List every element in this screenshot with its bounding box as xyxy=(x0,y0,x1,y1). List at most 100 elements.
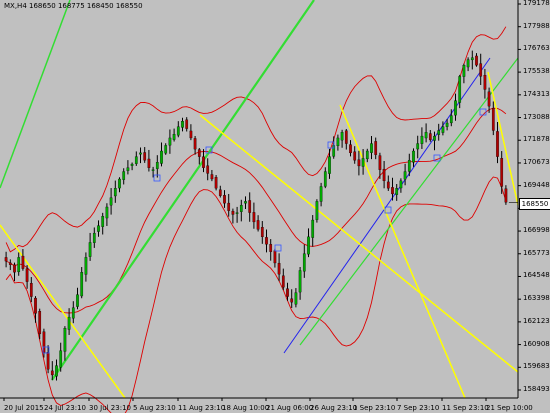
candle-body xyxy=(475,55,478,66)
candle-body xyxy=(504,188,508,203)
candle-body xyxy=(185,119,189,129)
candle-body xyxy=(479,63,483,77)
price-tick-label: 171878 xyxy=(523,135,550,144)
candle-body xyxy=(38,311,42,335)
candle-body xyxy=(340,132,344,141)
candle-body xyxy=(210,174,214,180)
candle-body xyxy=(105,206,109,219)
candle-body xyxy=(349,144,352,154)
candle-body xyxy=(4,257,8,262)
candle-body xyxy=(109,197,113,206)
candle-body xyxy=(181,121,184,128)
candle-body xyxy=(59,350,63,368)
candle-body xyxy=(315,201,319,220)
candle-body xyxy=(218,189,222,196)
price-tick-label: 175538 xyxy=(523,67,550,76)
candle-body xyxy=(29,283,33,297)
time-tick-label: 11 Sep 23:10 xyxy=(442,404,489,412)
price-tick-label: 176763 xyxy=(523,44,550,53)
candle-body xyxy=(193,138,197,150)
candle-body xyxy=(399,180,403,189)
candle-body xyxy=(344,130,348,144)
current-price-tag: 168550 xyxy=(519,198,550,210)
green-channel-line xyxy=(51,0,315,381)
candle-body xyxy=(155,162,159,169)
candle-body xyxy=(168,137,172,146)
candle-body xyxy=(496,131,499,157)
candle-body xyxy=(206,165,210,174)
candle-body xyxy=(244,201,247,204)
price-tick-label: 174313 xyxy=(523,89,550,98)
time-tick-label: 21 Aug 06:00 xyxy=(266,404,314,412)
candle-body xyxy=(491,108,495,131)
candle-body xyxy=(420,135,424,144)
chart-window[interactable]: MX,H4 168650 168775 168450 168550 179178… xyxy=(0,0,550,413)
price-tick-label: 165773 xyxy=(523,248,550,257)
candle-body xyxy=(378,155,382,170)
candle-body xyxy=(101,216,105,227)
candle-body xyxy=(353,151,357,161)
candle-body xyxy=(470,57,474,61)
candle-body xyxy=(202,156,205,168)
signal-marker xyxy=(274,244,282,252)
candle-body xyxy=(361,158,365,167)
price-tick-label: 164548 xyxy=(523,271,550,280)
candle-body xyxy=(50,370,54,376)
candle-body xyxy=(172,134,176,140)
price-tick-label: 169448 xyxy=(523,180,550,189)
candle-body xyxy=(17,257,21,273)
time-tick-label: 18 Aug 10:00 xyxy=(222,404,270,412)
candle-body xyxy=(113,188,117,197)
candle-body xyxy=(454,100,457,116)
candle-body xyxy=(122,171,126,180)
trend-lines xyxy=(0,0,519,399)
candle-body xyxy=(71,307,75,319)
price-tick-label: 177988 xyxy=(523,21,550,30)
candle-body xyxy=(139,152,142,155)
candle-body xyxy=(395,188,399,195)
price-tick-label: 162123 xyxy=(523,316,550,325)
candle-body xyxy=(126,167,130,171)
candle-body xyxy=(437,130,441,135)
candle-body xyxy=(76,294,79,307)
candle-body xyxy=(256,220,260,230)
candle-body xyxy=(97,225,100,232)
candle-body xyxy=(483,75,487,90)
candle-body xyxy=(21,255,25,269)
candle-body xyxy=(214,177,218,189)
candle-body xyxy=(88,242,92,257)
candle-body xyxy=(235,212,239,214)
candle-body xyxy=(55,365,58,377)
candle-body xyxy=(281,275,285,288)
price-plot[interactable] xyxy=(0,0,550,413)
candle-body xyxy=(227,202,231,211)
chart-title: MX,H4 168650 168775 168450 168550 xyxy=(4,2,143,10)
candle-body xyxy=(130,163,134,166)
candle-body xyxy=(445,122,449,127)
candle-body xyxy=(46,352,50,370)
candle-body xyxy=(424,132,428,139)
candle-body xyxy=(189,130,193,139)
candle-body xyxy=(223,195,226,204)
time-tick-label: 20 Jul 2015 xyxy=(4,404,44,412)
candle-body xyxy=(370,143,373,153)
candle-body xyxy=(311,219,315,238)
yellow-channel-line xyxy=(0,224,126,399)
green-channel-line xyxy=(0,0,71,189)
candle-body xyxy=(449,115,453,124)
signal-marker xyxy=(479,108,487,116)
candles xyxy=(4,50,508,381)
price-tick-label: 159683 xyxy=(523,362,550,371)
candle-body xyxy=(84,257,88,275)
candle-body xyxy=(63,328,67,352)
candle-body xyxy=(382,168,386,182)
candle-body xyxy=(374,141,378,155)
time-tick-label: 7 Sep 23:10 xyxy=(397,404,440,412)
candle-body xyxy=(416,143,420,150)
time-tick-label: 26 Aug 23:10 xyxy=(310,404,358,412)
candle-body xyxy=(365,150,369,160)
candle-body xyxy=(441,126,445,133)
signal-markers xyxy=(42,108,487,354)
candle-body xyxy=(487,91,491,107)
candle-body xyxy=(407,160,411,172)
